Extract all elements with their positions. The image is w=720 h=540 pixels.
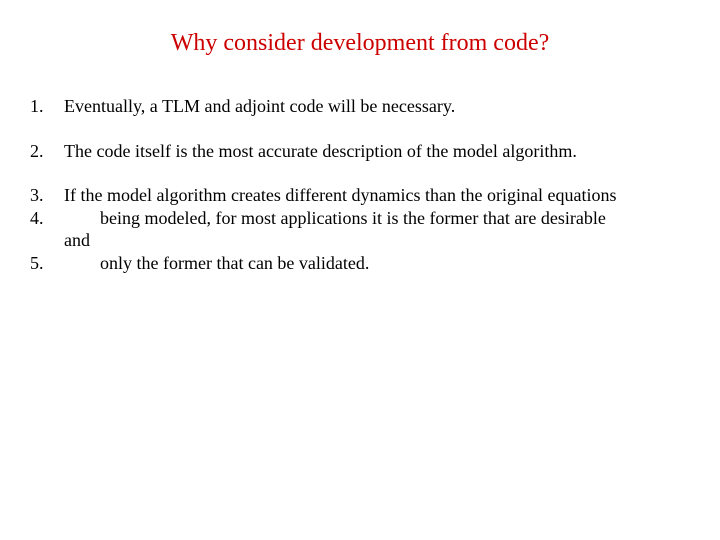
slide: Why consider development from code? 1. E…: [0, 0, 720, 540]
item-text: Eventually, a TLM and adjoint code will …: [64, 95, 690, 118]
list-item-continuation: and: [30, 229, 690, 252]
list-item: 4. being modeled, for most applications …: [30, 207, 690, 230]
item-number: 3.: [30, 184, 64, 207]
list-item: 5. only the former that can be validated…: [30, 252, 690, 275]
item-number: 2.: [30, 140, 64, 163]
numbered-list: 1. Eventually, a TLM and adjoint code wi…: [30, 95, 690, 274]
list-item: 3. If the model algorithm creates differ…: [30, 184, 690, 207]
slide-title: Why consider development from code?: [30, 30, 690, 57]
item-text: The code itself is the most accurate des…: [64, 140, 690, 163]
list-item: 1. Eventually, a TLM and adjoint code wi…: [30, 95, 690, 118]
item-text: and: [64, 229, 690, 252]
item-text: being modeled, for most applications it …: [64, 207, 690, 230]
item-text: only the former that can be validated.: [64, 252, 690, 275]
item-number: 5.: [30, 252, 64, 275]
item-number: 4.: [30, 207, 64, 230]
list-item: 2. The code itself is the most accurate …: [30, 140, 690, 163]
item-text: If the model algorithm creates different…: [64, 184, 690, 207]
item-number: 1.: [30, 95, 64, 118]
